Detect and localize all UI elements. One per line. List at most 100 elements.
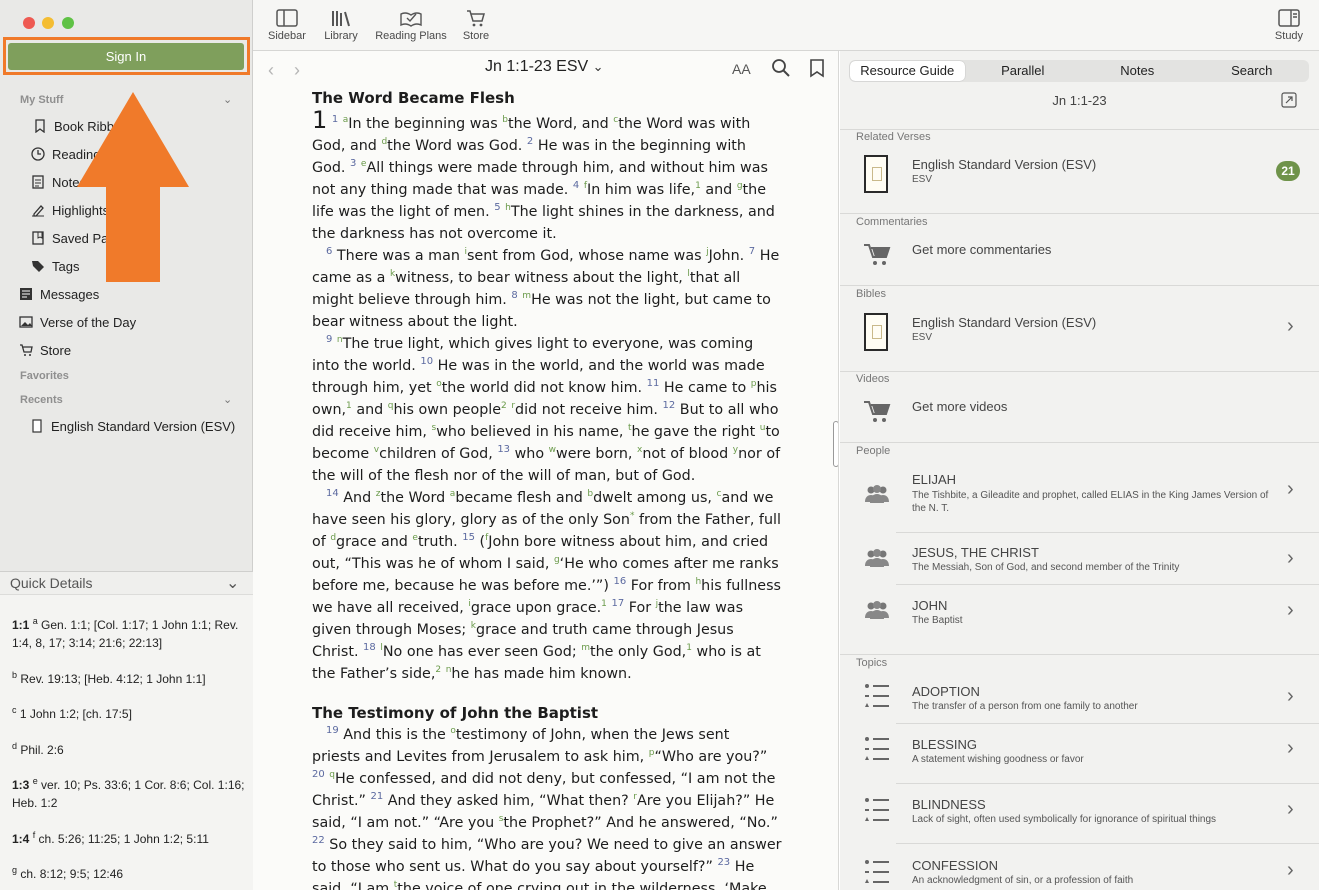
scripture-text: The Word Became Flesh 1 1 aIn the beginn… bbox=[312, 87, 782, 890]
sign-in-button[interactable]: Sign In bbox=[8, 43, 244, 70]
toolbar-label: Sidebar bbox=[268, 30, 306, 42]
quick-detail-entry[interactable]: g ch. 8:12; 9:5; 12:46 bbox=[12, 861, 248, 883]
sidebar-item-verse-of-the-day[interactable]: Verse of the Day bbox=[19, 310, 239, 334]
quick-detail-entry[interactable]: 1:3 e ver. 10; Ps. 33:6; 1 Cor. 8:6; Col… bbox=[12, 772, 248, 812]
quick-detail-entry[interactable]: 1:4 f ch. 5:26; 11:25; 1 John 1:2; 5:11 bbox=[12, 826, 248, 848]
quick-details-header[interactable]: Quick Details ⌄ bbox=[0, 571, 253, 595]
chevron-right-icon: › bbox=[1287, 478, 1294, 500]
row-subtitle: Lack of sight, often used symbolically f… bbox=[912, 814, 1217, 825]
passage-reference-selector[interactable]: Jn 1:1-23 ESV ⌄ bbox=[485, 58, 604, 76]
divider bbox=[840, 285, 1319, 286]
tab-resource-guide[interactable]: Resource Guide bbox=[850, 61, 965, 81]
tab-search[interactable]: Search bbox=[1195, 60, 1310, 82]
cart-icon bbox=[864, 401, 891, 422]
topic-list-icon bbox=[865, 684, 889, 707]
topics-label: Topics bbox=[856, 657, 888, 669]
divider bbox=[840, 129, 1319, 130]
study-button[interactable]: Study bbox=[1269, 8, 1309, 42]
forward-arrow-icon[interactable]: › bbox=[294, 60, 300, 81]
paragraph: 19 And this is the otestimony of John, w… bbox=[312, 725, 782, 890]
quick-detail-entry[interactable]: b Rev. 19:13; [Heb. 4:12; 1 John 1:1] bbox=[12, 666, 248, 688]
row-title: ELIJAH bbox=[912, 472, 957, 487]
sidebar-item-label: Verse of the Day bbox=[40, 314, 137, 330]
esv-book-icon bbox=[864, 313, 888, 351]
minimize-window-button[interactable] bbox=[42, 17, 54, 29]
font-size-button[interactable]: AA bbox=[732, 61, 751, 77]
topic-row-blindness[interactable]: BLINDNESS Lack of sight, often used symb… bbox=[840, 783, 1319, 843]
topic-list-icon bbox=[865, 860, 889, 883]
person-row-elijah[interactable]: ELIJAH The Tishbite, a Gileadite and pro… bbox=[840, 462, 1319, 532]
close-window-button[interactable] bbox=[23, 17, 35, 29]
cart-icon bbox=[19, 343, 33, 357]
saved-passage-icon bbox=[31, 231, 45, 245]
zoom-window-button[interactable] bbox=[62, 17, 74, 29]
divider bbox=[840, 442, 1319, 443]
bible-reader: ‹ › Jn 1:1-23 ESV ⌄ AA The Word Became F… bbox=[253, 51, 839, 890]
people-icon bbox=[865, 601, 889, 619]
chevron-right-icon: › bbox=[1287, 798, 1294, 820]
reading-plans-button[interactable]: Reading Plans bbox=[371, 8, 451, 42]
bookmark-icon[interactable] bbox=[807, 57, 827, 79]
highlighter-icon bbox=[31, 203, 45, 217]
sidebar-toggle-button[interactable]: Sidebar bbox=[261, 8, 313, 42]
tab-notes[interactable]: Notes bbox=[1080, 60, 1195, 82]
chevron-down-icon[interactable]: ⌄ bbox=[226, 572, 239, 595]
cart-icon bbox=[864, 244, 891, 265]
chevron-right-icon: › bbox=[1287, 685, 1294, 707]
sidebar: Sign In My Stuff ⌄ Book Ribbons Reading … bbox=[0, 0, 253, 890]
divider bbox=[840, 654, 1319, 655]
row-subtitle: The Tishbite, a Gileadite and prophet, c… bbox=[912, 490, 1269, 514]
toolbar-label: Study bbox=[1274, 30, 1304, 42]
chevron-down-icon: ⌄ bbox=[592, 59, 604, 74]
sidebar-item-label: Messages bbox=[40, 286, 100, 302]
topic-row-blessing[interactable]: BLESSING A statement wishing goodness or… bbox=[840, 723, 1319, 783]
open-external-icon[interactable] bbox=[1281, 92, 1297, 108]
quick-detail-entry[interactable]: d Phil. 2:6 bbox=[12, 737, 248, 759]
library-icon bbox=[332, 11, 350, 27]
pane-resize-handle[interactable] bbox=[833, 421, 838, 467]
sidebar-item-store[interactable]: Store bbox=[19, 338, 239, 362]
search-icon[interactable] bbox=[771, 58, 791, 78]
library-button[interactable]: Library bbox=[319, 8, 363, 42]
recents-label: Recents bbox=[20, 394, 63, 406]
section-heading: The Testimony of John the Baptist bbox=[312, 704, 599, 722]
bookmark-icon bbox=[33, 119, 47, 133]
row-title: ADOPTION bbox=[912, 684, 980, 699]
panel-reference: Jn 1:1-23 bbox=[1052, 93, 1107, 108]
people-icon bbox=[865, 549, 889, 567]
bible-esv-row[interactable]: English Standard Version (ESV) ESV › bbox=[840, 305, 1319, 371]
chevron-right-icon: › bbox=[1287, 737, 1294, 759]
recent-item-label: English Standard Version (ESV) bbox=[51, 418, 236, 434]
related-verses-row[interactable]: English Standard Version (ESV) ESV bbox=[840, 147, 1319, 213]
person-row-john[interactable]: JOHN The Baptist › bbox=[840, 584, 1319, 654]
chevron-right-icon: › bbox=[1287, 547, 1294, 569]
topic-list-icon bbox=[865, 798, 889, 821]
get-videos-row[interactable]: Get more videos bbox=[840, 390, 1319, 442]
recent-item-esv[interactable]: English Standard Version (ESV) bbox=[30, 414, 245, 438]
chevron-right-icon: › bbox=[1287, 599, 1294, 621]
row-subtitle: ESV bbox=[912, 332, 933, 343]
paragraph: 1 1 aIn the beginning was bthe Word, and… bbox=[312, 106, 775, 242]
paragraph: 14 And zthe Word abecame flesh and bdwel… bbox=[312, 488, 781, 682]
get-commentaries-row[interactable]: Get more commentaries bbox=[840, 233, 1319, 285]
row-subtitle: ESV bbox=[912, 174, 933, 185]
topic-row-adoption[interactable]: ADOPTION The transfer of a person from o… bbox=[840, 673, 1319, 723]
my-stuff-chevron-icon[interactable]: ⌄ bbox=[223, 93, 232, 106]
related-count-badge: 21 bbox=[1276, 161, 1300, 181]
book-icon bbox=[30, 419, 44, 433]
tab-parallel[interactable]: Parallel bbox=[966, 60, 1081, 82]
reading-plan-icon bbox=[400, 12, 422, 27]
section-heading: The Word Became Flesh bbox=[312, 89, 515, 107]
app-window: Sign In My Stuff ⌄ Book Ribbons Reading … bbox=[0, 0, 1319, 890]
row-subtitle: The Baptist bbox=[912, 615, 963, 626]
person-row-jesus[interactable]: JESUS, THE CHRIST The Messiah, Son of Go… bbox=[840, 532, 1319, 584]
sidebar-item-messages[interactable]: Messages bbox=[19, 282, 239, 306]
quick-detail-entry[interactable]: c 1 John 1:2; [ch. 17:5] bbox=[12, 701, 248, 723]
back-arrow-icon[interactable]: ‹ bbox=[268, 60, 274, 81]
cart-icon bbox=[467, 10, 485, 27]
quick-detail-entry[interactable]: 1:1 a Gen. 1:1; [Col. 1:17; 1 John 1:1; … bbox=[12, 612, 248, 652]
recents-chevron-icon[interactable]: ⌄ bbox=[223, 393, 232, 406]
topic-row-confession[interactable]: CONFESSION An acknowledgment of sin, or … bbox=[840, 843, 1319, 890]
store-button[interactable]: Store bbox=[457, 8, 495, 42]
passage-reference: Jn 1:1-23 ESV bbox=[485, 58, 589, 75]
